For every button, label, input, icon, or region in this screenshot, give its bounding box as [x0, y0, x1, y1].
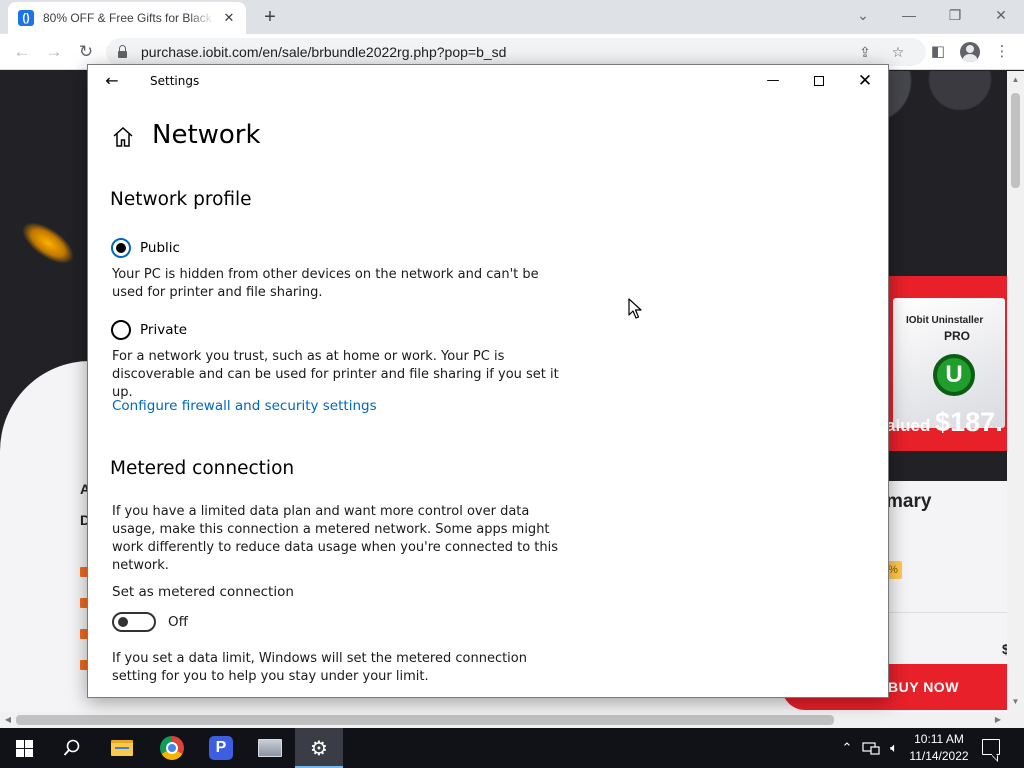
url-text[interactable]: purchase.iobit.com/en/sale/brbundle2022r… — [141, 44, 506, 60]
tab-close-icon[interactable]: ✕ — [220, 9, 238, 27]
chrome-icon[interactable] — [148, 728, 196, 768]
clock-time: 10:11 AM — [914, 732, 964, 746]
settings-minimize-icon[interactable]: — — [750, 65, 796, 97]
metered-toggle-label: Set as metered connection — [112, 584, 294, 600]
sidepanel-icon[interactable]: ◧ — [926, 40, 950, 64]
scroll-down-icon[interactable]: ▼ — [1011, 697, 1020, 707]
settings-close-icon[interactable]: ✕ — [842, 65, 888, 97]
settings-taskbar-icon[interactable]: ⚙ — [295, 728, 343, 768]
windows-start-icon[interactable] — [0, 728, 48, 768]
radio-private-label[interactable]: Private — [140, 322, 187, 338]
tab-title: 80% OFF & Free Gifts for Black Friday — [43, 11, 214, 25]
browser-restore-icon[interactable]: ❐ — [942, 4, 968, 26]
horizontal-scroll-thumb[interactable] — [16, 715, 834, 725]
valued-price: alued $187. — [886, 407, 1003, 438]
network-profile-heading: Network profile — [110, 189, 252, 210]
product-title: IObit Uninstaller — [906, 315, 984, 326]
file-explorer-icon[interactable] — [98, 728, 146, 768]
product-edition: PRO — [944, 329, 971, 343]
clock-date: 11/14/2022 — [909, 749, 969, 763]
radio-public-indicator[interactable] — [111, 238, 131, 258]
page-vertical-scrollbar[interactable]: ▲ ▼ — [1007, 71, 1024, 712]
settings-window-title: Settings — [150, 74, 200, 88]
private-description: For a network you trust, such as at home… — [112, 349, 559, 400]
tab-search-icon[interactable]: ⌄ — [850, 4, 876, 26]
page-horizontal-scrollbar[interactable]: ◀ ▶ — [0, 712, 1024, 728]
taskbar: P ⚙ ⌃ 🔈︎ 10:11 AM 11/14/2022 — [0, 728, 1024, 768]
public-description: Your PC is hidden from other devices on … — [112, 267, 539, 300]
settings-maximize-icon[interactable] — [796, 65, 842, 97]
radio-public-label[interactable]: Public — [140, 240, 180, 256]
firewall-settings-link[interactable]: Configure firewall and security settings — [112, 398, 377, 414]
metered-description: If you have a limited data plan and want… — [112, 504, 559, 573]
chevron-up-icon[interactable]: ⌃ — [838, 728, 856, 768]
scroll-right-icon[interactable]: ▶ — [993, 715, 1003, 725]
network-icon[interactable] — [860, 728, 882, 768]
reload-icon[interactable]: ↻ — [74, 40, 98, 64]
settings-window: ← Settings — ✕ Network Network profile P… — [87, 64, 889, 698]
new-tab-button[interactable]: + — [258, 6, 282, 28]
settings-titlebar: ← Settings — ✕ — [88, 65, 888, 97]
scroll-up-icon[interactable]: ▲ — [1011, 75, 1020, 85]
home-icon[interactable] — [112, 126, 134, 148]
settings-back-icon[interactable]: ← — [102, 71, 122, 91]
address-bar[interactable]: purchase.iobit.com/en/sale/brbundle2022r… — [106, 38, 926, 66]
radio-public[interactable]: Public — [111, 238, 180, 258]
mouse-cursor-icon — [628, 298, 642, 319]
radio-private-indicator[interactable] — [111, 320, 131, 340]
scroll-left-icon[interactable]: ◀ — [3, 715, 13, 725]
valued-amount: $187. — [935, 407, 1003, 437]
browser-close-icon[interactable]: ✕ — [988, 4, 1014, 26]
browser-tab[interactable]: () 80% OFF & Free Gifts for Black Friday… — [8, 2, 246, 34]
vertical-scroll-thumb[interactable] — [1011, 93, 1020, 188]
browser-minimize-icon[interactable]: — — [896, 4, 922, 26]
buy-now-label[interactable]: BUY NOW — [888, 679, 959, 695]
page-title: Network — [152, 120, 261, 150]
forward-icon[interactable]: → — [42, 40, 66, 64]
taskbar-clock[interactable]: 10:11 AM 11/14/2022 — [906, 731, 972, 765]
virtual-machine-icon[interactable] — [246, 728, 294, 768]
notification-icon[interactable] — [982, 739, 1000, 755]
menu-icon[interactable]: ⋮ — [990, 40, 1014, 64]
metered-toggle-state: Off — [168, 614, 188, 630]
radio-private[interactable]: Private — [111, 320, 187, 340]
back-icon[interactable]: ← — [10, 40, 34, 64]
summary-heading: mary — [886, 491, 932, 512]
profile-icon[interactable] — [958, 40, 982, 64]
metered-connection-heading: Metered connection — [110, 458, 295, 479]
share-icon[interactable]: ⇪ — [852, 38, 878, 66]
product-logo-icon: U — [933, 354, 975, 396]
star-icon[interactable]: ☆ — [885, 38, 911, 66]
data-limit-description: If you set a data limit, Windows will se… — [112, 651, 527, 684]
iobit-favicon-icon: () — [18, 10, 34, 26]
browser-tabstrip: () 80% OFF & Free Gifts for Black Friday… — [0, 0, 1024, 34]
metered-toggle[interactable] — [112, 612, 156, 632]
p-app-icon[interactable]: P — [197, 728, 245, 768]
search-icon[interactable] — [48, 728, 96, 768]
valued-prefix: alued — [886, 416, 936, 435]
lock-icon[interactable] — [118, 44, 127, 58]
divider — [886, 612, 1007, 613]
volume-icon[interactable]: 🔈︎ — [884, 728, 904, 768]
